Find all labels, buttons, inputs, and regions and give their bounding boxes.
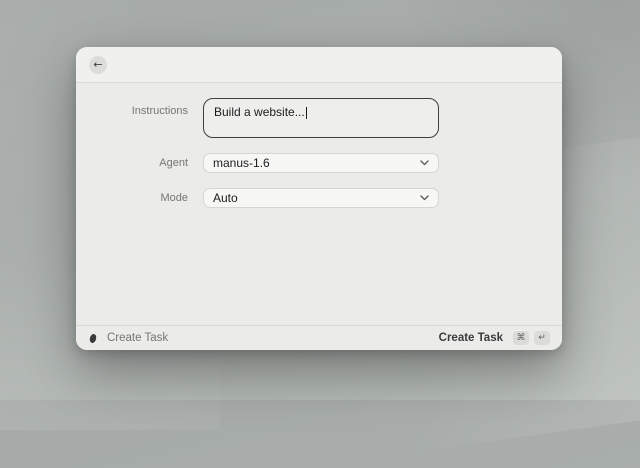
instructions-row: Instructions Build a website...	[76, 98, 562, 138]
command-key-icon: ⌘	[513, 331, 529, 345]
chevron-down-icon	[420, 160, 429, 166]
text-cursor	[306, 107, 307, 119]
agent-row: Agent manus-1.6	[76, 153, 562, 173]
manus-icon	[88, 332, 98, 345]
back-arrow-icon: ←	[93, 59, 102, 70]
mode-label: Mode	[76, 192, 203, 204]
instructions-label: Instructions	[76, 98, 203, 138]
footer-extension-info: Create Task	[88, 332, 168, 345]
agent-select[interactable]: manus-1.6	[203, 153, 439, 173]
return-key-icon: ↵	[534, 331, 550, 345]
extension-name: Create Task	[107, 332, 168, 344]
primary-action-label: Create Task	[439, 332, 503, 344]
mode-select[interactable]: Auto	[203, 188, 439, 208]
window-header: ←	[76, 47, 562, 83]
agent-label: Agent	[76, 157, 203, 169]
mode-row: Mode Auto	[76, 188, 562, 208]
instructions-textarea[interactable]: Build a website...	[203, 98, 439, 138]
create-task-action[interactable]: Create Task ⌘ ↵	[439, 331, 550, 345]
create-task-window: ← Instructions Build a website... Agent …	[76, 47, 562, 350]
instructions-value: Build a website...	[214, 105, 305, 119]
back-button[interactable]: ←	[89, 56, 107, 74]
create-task-form: Instructions Build a website... Agent ma…	[76, 83, 562, 325]
mode-selected-value: Auto	[213, 191, 238, 205]
agent-selected-value: manus-1.6	[213, 156, 270, 170]
footer-bar: Create Task Create Task ⌘ ↵	[76, 325, 562, 350]
chevron-down-icon	[420, 195, 429, 201]
